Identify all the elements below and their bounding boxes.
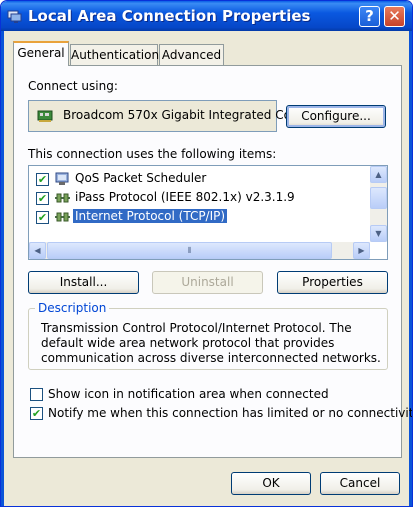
items-label: This connection uses the following items… <box>28 147 277 161</box>
vertical-scrollbar[interactable]: ▲ ▼ <box>370 166 387 242</box>
network-protocol-icon <box>55 212 70 222</box>
configure-button[interactable]: Configure... <box>286 105 386 128</box>
list-item-selected[interactable]: ✔ Internet Protocol (TCP/IP) <box>29 208 364 226</box>
item-label: iPass Protocol (IEEE 802.1x) v2.3.1.9 <box>75 190 295 204</box>
uninstall-button[interactable]: Uninstall <box>152 271 263 294</box>
help-button[interactable]: ? <box>359 6 380 27</box>
list-item[interactable]: ✔ iPass Protocol (IEEE 802.1x) v2.3.1.9 <box>29 189 364 207</box>
properties-button[interactable]: Properties <box>277 271 388 294</box>
network-protocol-icon <box>55 193 70 203</box>
install-button[interactable]: Install... <box>28 271 139 294</box>
scroll-right-icon[interactable]: ▶ <box>353 242 370 259</box>
scroll-up-icon[interactable]: ▲ <box>370 166 387 183</box>
item-checkbox[interactable]: ✔ <box>36 211 49 224</box>
scroll-down-icon[interactable]: ▼ <box>370 225 387 242</box>
window-border-left <box>1 31 4 506</box>
network-adapter-icon <box>37 110 53 122</box>
description-title: Description <box>35 301 110 315</box>
tab-advanced[interactable]: Advanced <box>159 44 224 65</box>
scroll-left-icon[interactable]: ◀ <box>29 242 46 259</box>
cancel-button[interactable]: Cancel <box>320 472 400 495</box>
item-checkbox[interactable]: ✔ <box>36 173 49 186</box>
scheduler-icon <box>55 172 69 185</box>
network-connection-icon <box>7 10 22 23</box>
notify-checkbox[interactable]: ✔ <box>30 407 43 420</box>
dialog-window: Local Area Connection Properties ? ✕ Gen… <box>0 0 413 507</box>
window-title: Local Area Connection Properties <box>28 7 311 25</box>
ok-button[interactable]: OK <box>231 472 311 495</box>
adapter-field: Broadcom 570x Gigabit Integrated Co <box>28 100 291 132</box>
components-list[interactable]: ✔ QoS Packet Scheduler ✔ iPass Protocol … <box>28 165 388 260</box>
show-icon-label: Show icon in notification area when conn… <box>48 387 329 401</box>
title-bar[interactable]: Local Area Connection Properties ? ✕ <box>1 1 412 31</box>
horizontal-scrollbar[interactable]: ◀ ⦀ ▶ <box>29 242 370 259</box>
description-text: Transmission Control Protocol/Internet P… <box>41 321 381 365</box>
scroll-thumb[interactable] <box>370 187 387 209</box>
connect-using-label: Connect using: <box>28 79 118 93</box>
close-button[interactable]: ✕ <box>384 6 405 27</box>
scroll-thumb[interactable]: ⦀ <box>47 242 332 259</box>
show-icon-checkbox[interactable] <box>30 388 43 401</box>
tab-authentication[interactable]: Authentication <box>70 44 159 65</box>
item-label: QoS Packet Scheduler <box>75 171 207 185</box>
tab-general[interactable]: General <box>13 41 69 66</box>
adapter-name: Broadcom 570x Gigabit Integrated Co <box>63 108 291 122</box>
window-border-right <box>409 31 412 506</box>
notify-label: Notify me when this connection has limit… <box>48 406 413 420</box>
item-checkbox[interactable]: ✔ <box>36 192 49 205</box>
item-label: Internet Protocol (TCP/IP) <box>73 209 228 223</box>
list-item[interactable]: ✔ QoS Packet Scheduler <box>29 170 364 188</box>
